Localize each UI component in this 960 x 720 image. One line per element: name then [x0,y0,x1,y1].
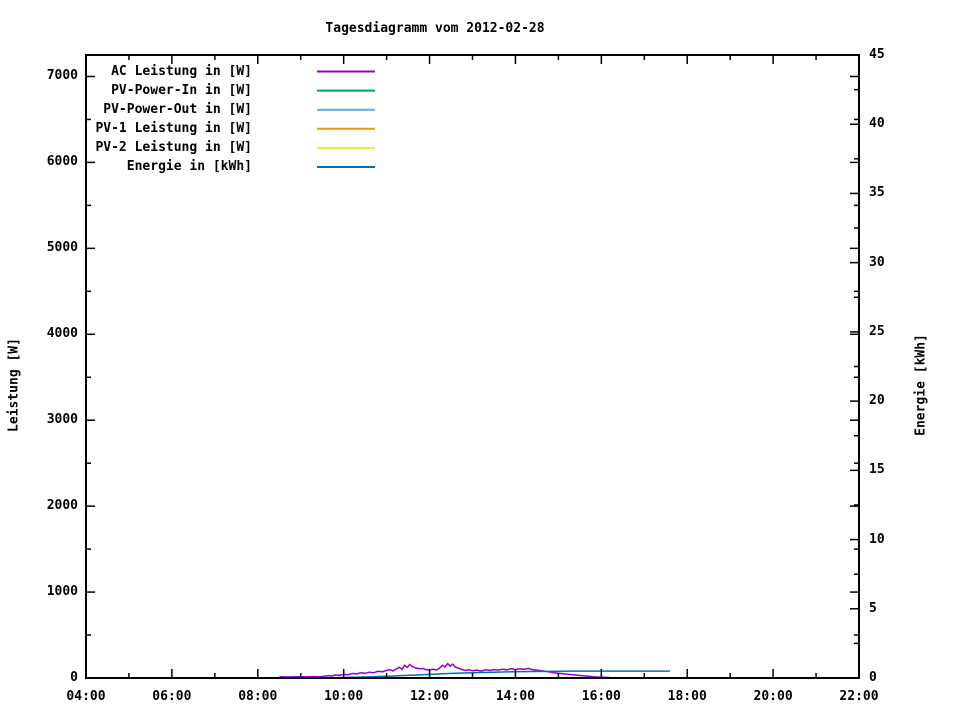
y-right-tick-label: 5 [869,600,877,616]
legend-label: PV-1 Leistung in [W] [95,120,252,136]
x-tick-label: 14:00 [495,689,535,704]
y-left-tick-label: 5000 [46,240,78,256]
legend-label: PV-Power-Out in [W] [103,101,252,117]
y-right-tick-label: 40 [869,116,885,132]
y-right-tick-label: 30 [869,254,885,270]
y-left-tick-label: 4000 [46,326,78,342]
x-tick-label: 12:00 [409,689,450,704]
x-tick-label: 18:00 [667,689,707,704]
legend-label: AC Leistung in [W] [111,63,252,79]
y-right-tick-label: 25 [869,323,885,339]
chart-screen: Tagesdiagramm vom 2012-02-28 Leistung [W… [0,0,960,720]
y-right-tick-label: 20 [869,393,885,409]
x-tick-label: 08:00 [238,689,278,704]
y-axis-label-right: Energie [kWh] [913,334,929,436]
y-left-tick-label: 1000 [46,584,78,600]
x-tick-label: 04:00 [66,689,106,704]
y-right-tick-label: 15 [869,462,885,478]
y-right-tick-label: 35 [869,185,885,201]
y-right-tick-label: 10 [869,531,885,547]
y-left-tick-label: 3000 [46,412,78,428]
legend-label: PV-2 Leistung in [W] [95,139,252,155]
y-right-tick-label: 45 [869,47,885,62]
y-right-tick-label: 0 [869,670,877,685]
x-tick-label: 06:00 [152,689,192,704]
legend-label: PV-Power-In in [W] [111,82,252,98]
x-tick-label: 10:00 [324,689,364,704]
x-tick-label: 16:00 [581,689,621,704]
legend-label: Energie in [kWh] [126,159,252,174]
x-tick-label: 22:00 [839,689,879,704]
x-tick-label: 20:00 [753,689,793,704]
chart-title: Tagesdiagramm vom 2012-02-28 [325,21,545,36]
y-left-tick-label: 0 [70,670,78,685]
y-left-tick-label: 2000 [46,498,78,514]
